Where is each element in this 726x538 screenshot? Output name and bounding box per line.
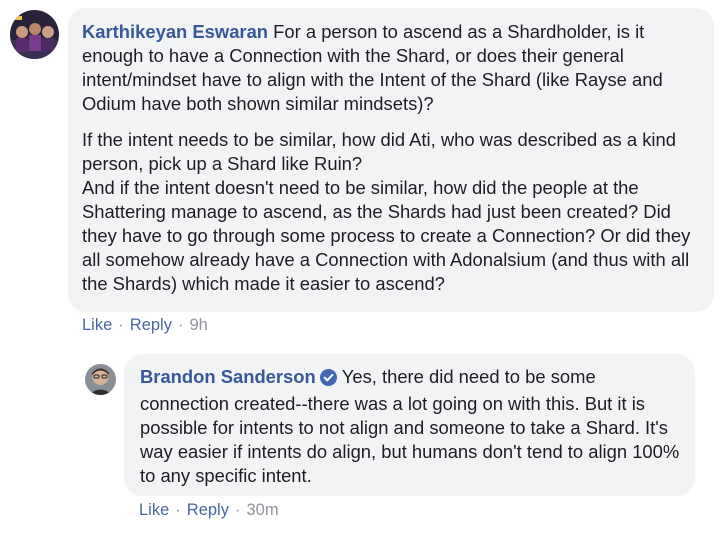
like-button[interactable]: Like bbox=[139, 501, 169, 519]
verified-badge-icon bbox=[319, 368, 337, 392]
reply-button[interactable]: Reply bbox=[130, 316, 172, 334]
comment-actions: Like · Reply · 30m bbox=[139, 501, 279, 520]
avatar-photo-icon bbox=[85, 364, 116, 395]
comment-paragraph-1: Karthikeyan Eswaran For a person to asce… bbox=[82, 20, 700, 116]
action-separator: · bbox=[118, 316, 124, 334]
avatar-brandon[interactable] bbox=[85, 364, 116, 395]
reply-button[interactable]: Reply bbox=[187, 501, 229, 519]
action-separator: · bbox=[175, 501, 181, 519]
action-separator: · bbox=[234, 501, 241, 519]
comment-paragraph-2: If the intent needs to be similar, how d… bbox=[82, 129, 691, 294]
comment-author[interactable]: Karthikeyan Eswaran bbox=[82, 21, 268, 42]
reply-paragraph-1: Brandon Sanderson Yes, there did need to … bbox=[140, 365, 681, 488]
avatar-photo-icon bbox=[10, 10, 59, 59]
action-separator: · bbox=[177, 316, 184, 334]
avatar-karthikeyan[interactable] bbox=[10, 10, 59, 59]
comment-timestamp[interactable]: 9h bbox=[189, 316, 207, 334]
comment-bubble: Karthikeyan Eswaran For a person to asce… bbox=[68, 8, 714, 312]
comment-author[interactable]: Brandon Sanderson bbox=[140, 366, 316, 387]
like-button[interactable]: Like bbox=[82, 316, 112, 334]
comment-timestamp[interactable]: 30m bbox=[246, 501, 278, 519]
reply-bubble: Brandon Sanderson Yes, there did need to … bbox=[124, 354, 695, 496]
comment-actions: Like · Reply · 9h bbox=[82, 316, 208, 335]
